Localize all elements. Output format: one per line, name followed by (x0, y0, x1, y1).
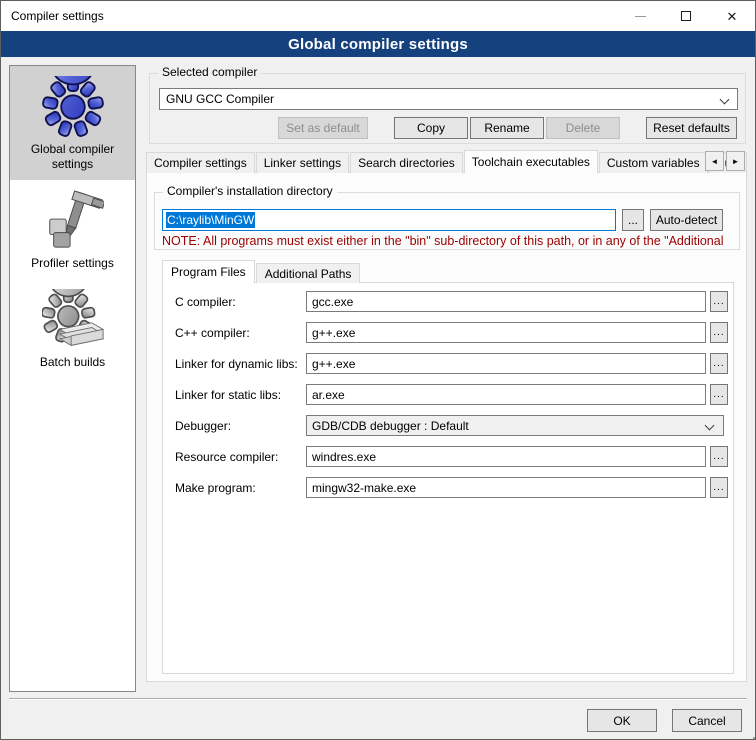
resource-compiler-browse-button[interactable]: ... (710, 446, 728, 467)
tab-program-files[interactable]: Program Files (162, 260, 255, 283)
footer-divider (9, 698, 747, 700)
chevron-down-icon (720, 95, 730, 105)
settings-category-list: Global compiler settings Profiler settin… (9, 65, 136, 692)
dialog-banner: Global compiler settings (1, 31, 755, 57)
tab-custom-variables[interactable]: Custom variables (599, 152, 708, 173)
linker-dynamic-input[interactable] (306, 353, 706, 374)
banner-title: Global compiler settings (288, 36, 468, 53)
tab-scroll-arrows: ◄ ► (705, 151, 745, 171)
window-title: Compiler settings (11, 9, 104, 23)
linker-static-label: Linker for static libs: (175, 388, 281, 402)
bin-subdirectory-note: NOTE: All programs must exist either in … (162, 234, 747, 248)
installation-directory-group: Compiler's installation directory C:\ray… (154, 192, 740, 250)
sidebar-item-global-compiler-settings[interactable]: Global compiler settings (10, 66, 135, 180)
installation-directory-label: Compiler's installation directory (163, 184, 337, 198)
linker-static-browse-button[interactable]: ... (710, 384, 728, 405)
caption-buttons: ✕ (617, 1, 755, 31)
copy-button[interactable]: Copy (394, 117, 468, 139)
maximize-button[interactable] (663, 1, 709, 31)
close-icon: ✕ (727, 10, 738, 23)
close-button[interactable]: ✕ (709, 1, 755, 31)
sidebar-item-label: Global compiler settings (12, 142, 133, 172)
chevron-down-icon (705, 421, 715, 431)
cpp-compiler-input[interactable] (306, 322, 706, 343)
gray-gear-stack-icon (42, 289, 104, 351)
reset-defaults-button[interactable]: Reset defaults (646, 117, 737, 139)
linker-dynamic-browse-button[interactable]: ... (710, 353, 728, 374)
form-row-debugger: Debugger: GDB/CDB debugger : Default (163, 415, 733, 437)
minimize-icon (635, 16, 646, 17)
arrow-left-icon: ◄ (711, 157, 719, 166)
debugger-label: Debugger: (175, 419, 231, 433)
tab-linker-settings[interactable]: Linker settings (256, 152, 349, 173)
form-row-make-program: Make program: ... (163, 477, 733, 499)
settings-tabs: Compiler settings Linker settings Search… (146, 150, 747, 173)
program-files-panel: C compiler: ... C++ compiler: ... Linker… (162, 282, 734, 674)
c-compiler-browse-button[interactable]: ... (710, 291, 728, 312)
linker-dynamic-label: Linker for dynamic libs: (175, 357, 298, 371)
tab-additional-paths[interactable]: Additional Paths (256, 263, 361, 283)
set-as-default-button[interactable]: Set as default (278, 117, 368, 139)
resize-grip[interactable] (749, 733, 751, 735)
cancel-button[interactable]: Cancel (672, 709, 742, 732)
minimize-button[interactable] (617, 1, 663, 31)
make-program-label: Make program: (175, 481, 256, 495)
form-row-linker-dynamic: Linker for dynamic libs: ... (163, 353, 733, 375)
blue-gear-icon (42, 76, 104, 138)
sidebar-item-label: Profiler settings (12, 256, 133, 271)
compiler-settings-dialog: Compiler settings ✕ Global compiler sett… (0, 0, 756, 740)
selected-compiler-group: Selected compiler GNU GCC Compiler Set a… (149, 73, 746, 144)
linker-static-input[interactable] (306, 384, 706, 405)
compiler-select-value: GNU GCC Compiler (166, 92, 274, 106)
sidebar-item-profiler-settings[interactable]: Profiler settings (10, 180, 135, 279)
compiler-select[interactable]: GNU GCC Compiler (159, 88, 738, 110)
installation-directory-input[interactable]: C:\raylib\MinGW (162, 209, 616, 231)
selected-path-text: C:\raylib\MinGW (166, 212, 255, 228)
auto-detect-button[interactable]: Auto-detect (650, 209, 723, 231)
make-program-input[interactable] (306, 477, 706, 498)
debugger-select[interactable]: GDB/CDB debugger : Default (306, 415, 724, 436)
ok-button[interactable]: OK (587, 709, 657, 732)
c-compiler-label: C compiler: (175, 295, 236, 309)
program-files-tabs: Program Files Additional Paths (162, 260, 361, 283)
selected-compiler-label: Selected compiler (158, 65, 261, 79)
tab-scroll-left-button[interactable]: ◄ (705, 151, 724, 171)
form-row-linker-static: Linker for static libs: ... (163, 384, 733, 406)
toolchain-executables-panel: Compiler's installation directory C:\ray… (146, 172, 747, 682)
resource-compiler-label: Resource compiler: (175, 450, 278, 464)
arrow-right-icon: ► (732, 157, 740, 166)
maximize-icon (681, 11, 691, 21)
titlebar[interactable]: Compiler settings ✕ (1, 1, 755, 31)
rename-button[interactable]: Rename (470, 117, 544, 139)
browse-directory-button[interactable]: ... (622, 209, 644, 231)
tab-compiler-settings[interactable]: Compiler settings (146, 152, 255, 173)
form-row-cpp-compiler: C++ compiler: ... (163, 322, 733, 344)
delete-button[interactable]: Delete (546, 117, 620, 139)
cpp-compiler-label: C++ compiler: (175, 326, 250, 340)
make-program-browse-button[interactable]: ... (710, 477, 728, 498)
tab-scroll-right-button[interactable]: ► (726, 151, 745, 171)
tab-toolchain-executables[interactable]: Toolchain executables (464, 150, 598, 173)
sidebar-item-batch-builds[interactable]: Batch builds (10, 279, 135, 378)
sidebar-item-label: Batch builds (12, 355, 133, 370)
caliper-icon (42, 190, 104, 252)
form-row-c-compiler: C compiler: ... (163, 291, 733, 313)
compiler-buttons-row: Set as default Copy Rename Delete Reset … (278, 117, 737, 139)
debugger-select-value: GDB/CDB debugger : Default (312, 419, 469, 433)
c-compiler-input[interactable] (306, 291, 706, 312)
form-row-resource-compiler: Resource compiler: ... (163, 446, 733, 468)
resource-compiler-input[interactable] (306, 446, 706, 467)
tab-search-directories[interactable]: Search directories (350, 152, 463, 173)
cpp-compiler-browse-button[interactable]: ... (710, 322, 728, 343)
